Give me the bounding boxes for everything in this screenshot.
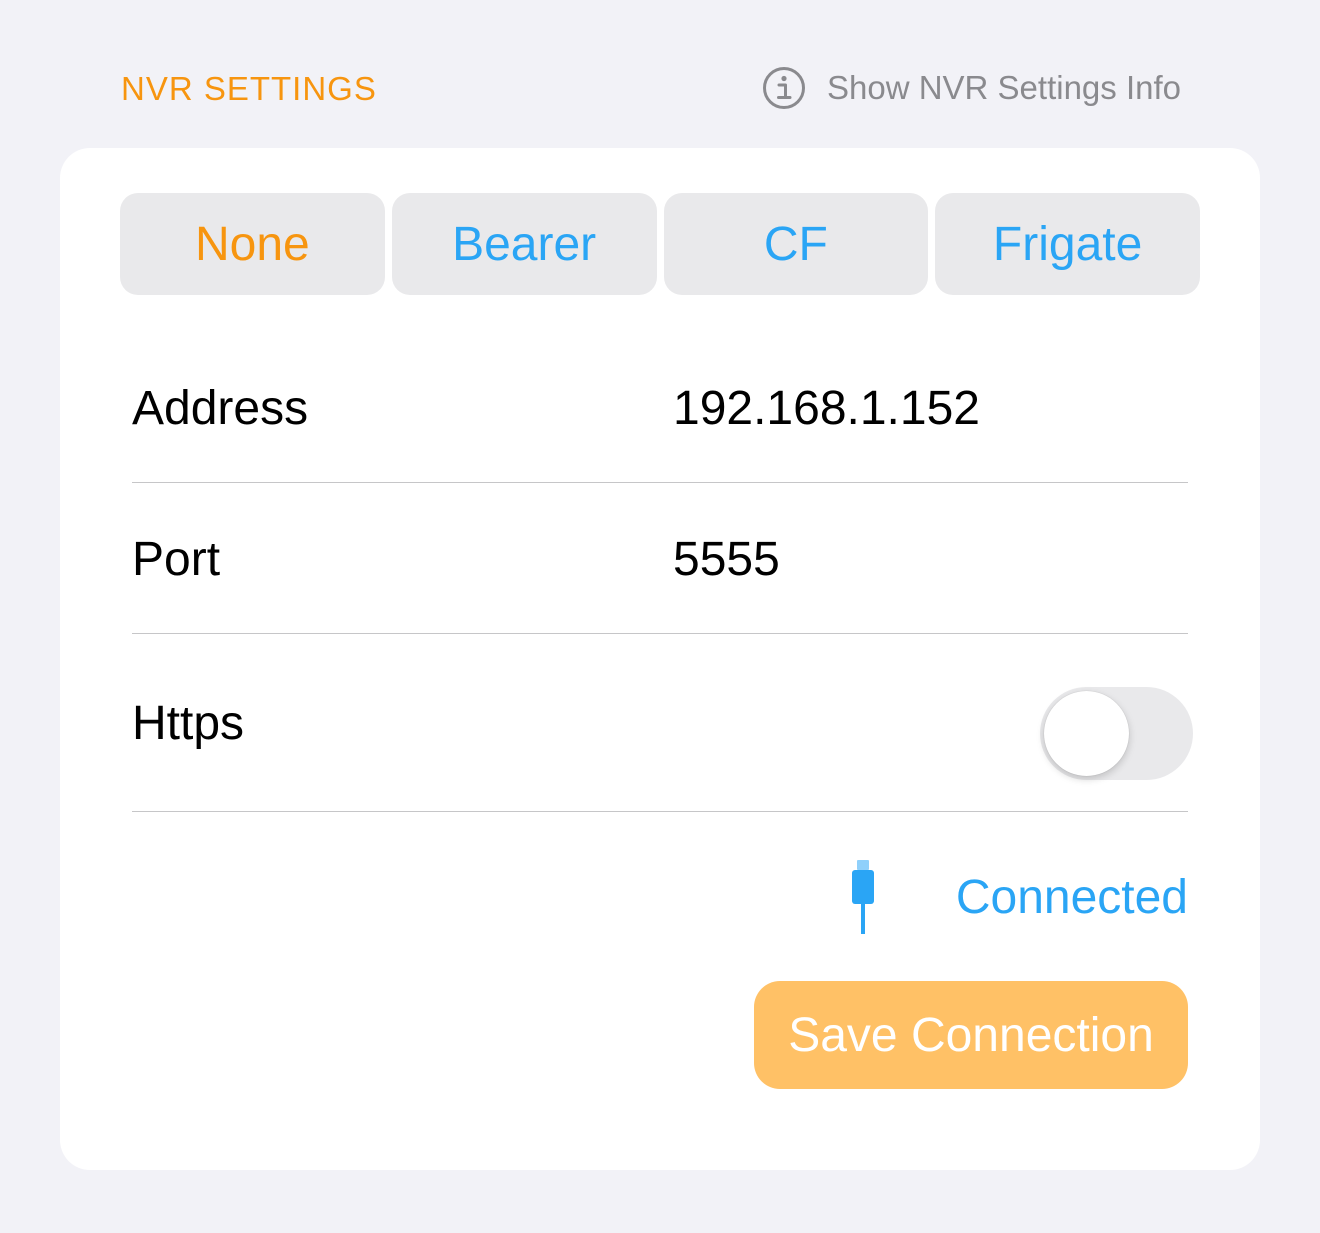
save-connection-button[interactable]: Save Connection [754,981,1188,1089]
address-field[interactable]: 192.168.1.152 [673,381,980,436]
settings-card: None Bearer CF Frigate Address 192.168.1… [60,148,1260,1170]
divider [132,482,1188,483]
port-label: Port [132,532,221,586]
https-toggle[interactable] [1040,687,1193,780]
port-row: Port 5555 [132,531,1188,587]
section-title: NVR SETTINGS [121,70,377,107]
address-row: Address 192.168.1.152 [132,380,1188,436]
segment-none[interactable]: None [120,193,385,295]
divider [132,811,1188,812]
connection-status: Connected [850,860,1188,934]
cable-plug-icon [851,860,874,934]
segment-frigate[interactable]: Frigate [935,193,1200,295]
segment-bearer[interactable]: Bearer [391,193,657,295]
show-info-button[interactable]: Show NVR Settings Info [762,66,1181,110]
segment-cf[interactable]: CF [663,193,929,295]
toggle-knob [1044,691,1129,776]
auth-segmented-control: None Bearer CF Frigate [120,193,1200,295]
info-circle-icon [762,67,805,109]
section-header: NVR SETTINGS Show NVR Settings Info [0,0,1320,148]
divider [132,633,1188,634]
address-label: Address [132,381,309,435]
connection-status-label: Connected [955,870,1188,924]
https-label: Https [132,696,245,750]
show-info-label: Show NVR Settings Info [826,69,1181,106]
port-field[interactable]: 5555 [673,532,780,587]
https-row: Https [132,687,1193,780]
